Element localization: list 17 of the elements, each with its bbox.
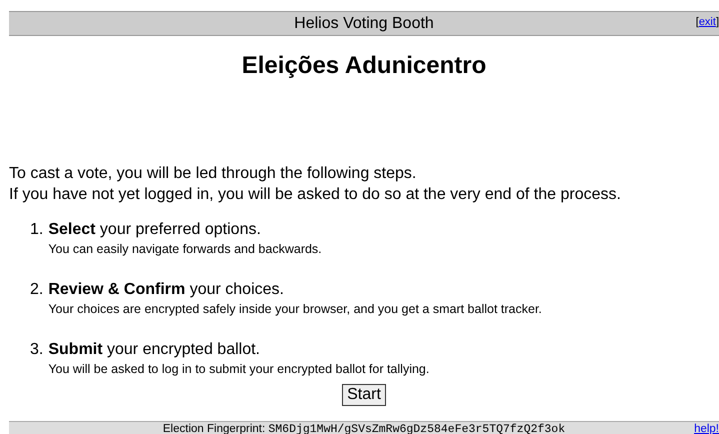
bracket: ] <box>716 16 719 28</box>
step-description: Your choices are encrypted safely inside your browser, and you get a smart ballot tracker. <box>48 301 542 318</box>
intro-text: To cast a vote, you will be led through the following steps. <box>9 164 418 184</box>
step-number: 1. <box>30 220 44 240</box>
bracket: [ <box>696 16 699 28</box>
step-number: 3. <box>30 340 44 360</box>
step-title: Review & Confirm your choices. <box>48 280 285 300</box>
step-description: You can easily navigate forwards and backwards. <box>48 241 322 258</box>
election-title: Eleições Adunicentro <box>240 51 488 81</box>
app-title: Helios Voting Booth <box>294 14 434 32</box>
exit-link[interactable]: exit <box>698 16 716 28</box>
start-button[interactable]: Start <box>342 384 386 406</box>
step-title: Submit your encrypted ballot. <box>48 340 261 360</box>
step-title: Select your preferred options. <box>48 220 262 240</box>
intro-text: If you have not yet logged in, you will be asked to do so at the very end of the process. <box>9 185 622 205</box>
step-number: 2. <box>30 280 44 300</box>
step-description: You will be asked to log in to submit your encrypted ballot for tallying. <box>48 361 430 378</box>
